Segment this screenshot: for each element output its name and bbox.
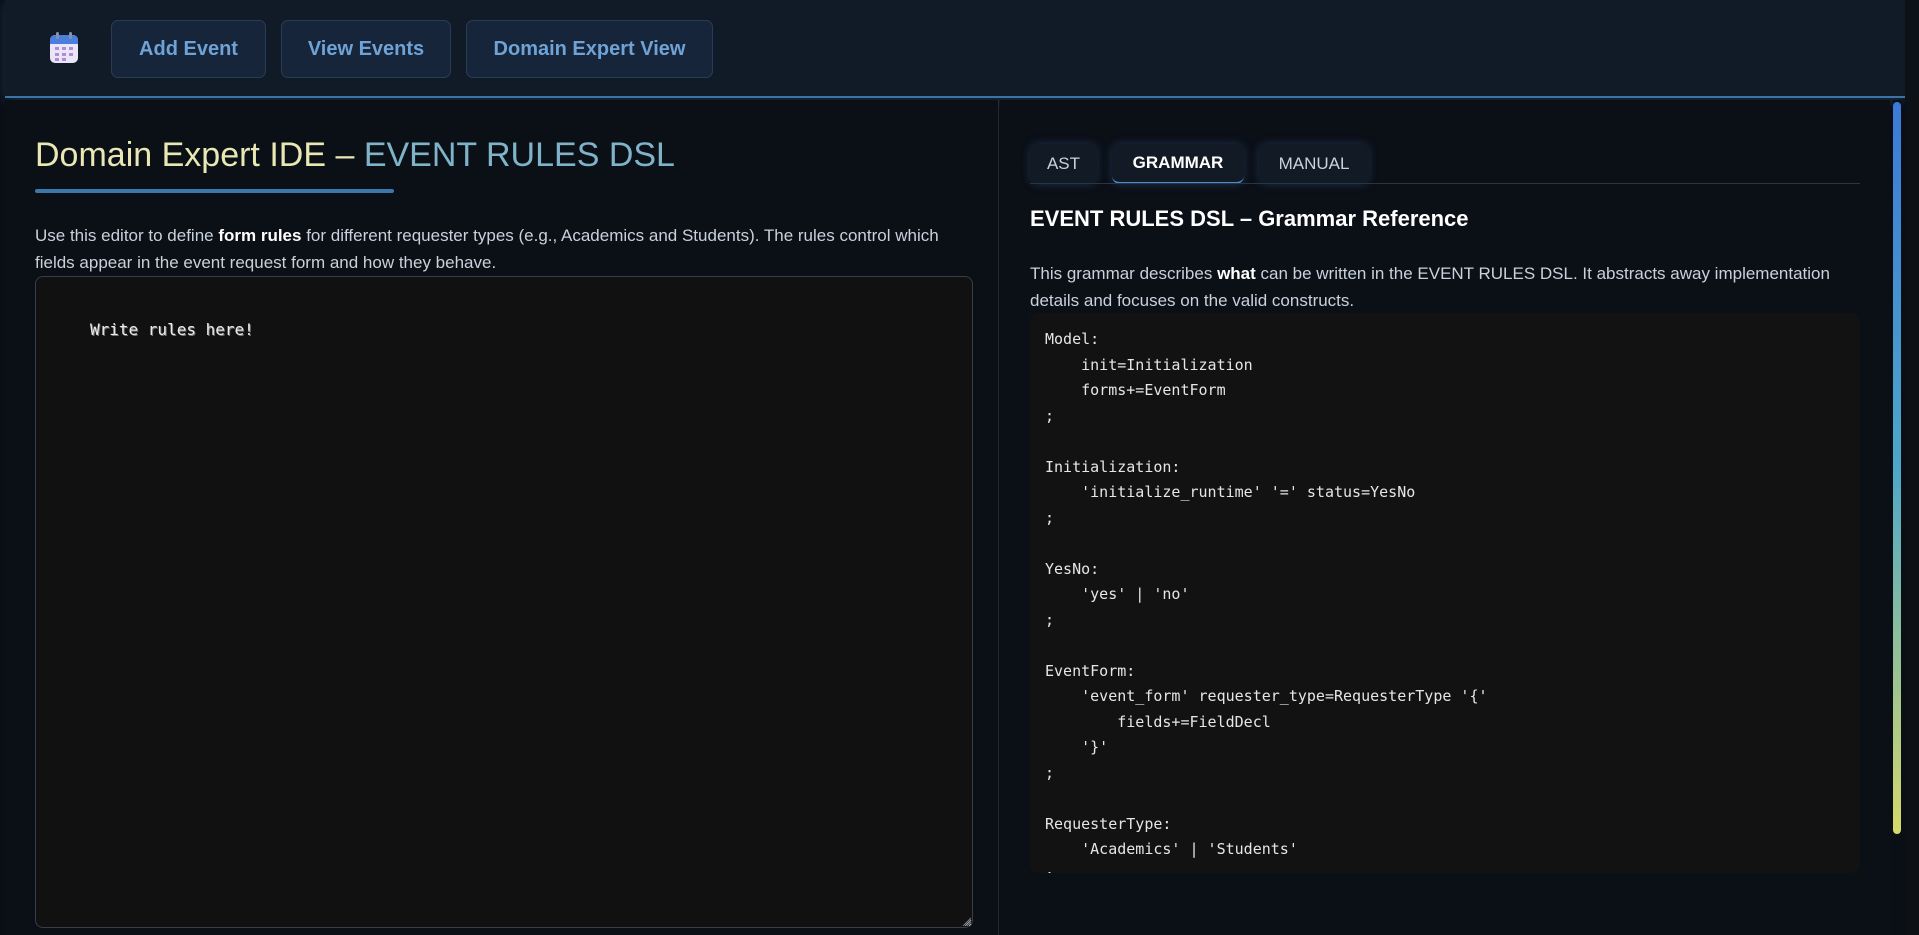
view-events-button[interactable]: View Events [281,20,451,78]
grammar-heading: EVENT RULES DSL – Grammar Reference [1030,206,1469,231]
tab-ast[interactable]: AST [1030,144,1097,184]
intro-text-bold: form rules [218,226,302,245]
grammar-desc-start: This grammar describes [1030,264,1218,283]
grammar-desc-bold: what [1217,264,1256,283]
tab-grammar[interactable]: GRAMMAR [1112,144,1244,184]
rules-editor[interactable] [35,276,973,928]
intro-text-start: Use this editor to define [35,226,219,245]
editor-intro-text: Use this editor to define form rules for… [35,222,975,276]
editor-pane: Domain Expert IDE – EVENT RULES DSL Use … [5,100,999,935]
title-underline [35,189,394,193]
page-title-main: Domain Expert IDE – [35,136,355,174]
scrollbar-thumb[interactable] [1893,102,1901,834]
tab-manual[interactable]: MANUAL [1259,144,1369,184]
page-title: Domain Expert IDE – EVENT RULES DSL [35,136,675,175]
app-window: Add Event View Events Domain Expert View… [0,0,1919,935]
tabs-divider [1030,183,1860,184]
top-nav: Add Event View Events Domain Expert View [5,0,1905,98]
grammar-code-block: Model: init=Initialization forms+=EventF… [1030,313,1860,873]
reference-pane: AST GRAMMAR MANUAL EVENT RULES DSL – Gra… [1000,100,1890,935]
window-edge [1905,0,1919,935]
domain-expert-view-button[interactable]: Domain Expert View [466,20,713,78]
grammar-code: Model: init=Initialization forms+=EventF… [1045,330,1488,873]
page-title-dsl: EVENT RULES DSL [363,136,675,174]
add-event-button[interactable]: Add Event [111,20,266,78]
grammar-description: This grammar describes what can be writt… [1030,260,1870,314]
calendar-icon[interactable] [49,32,79,64]
